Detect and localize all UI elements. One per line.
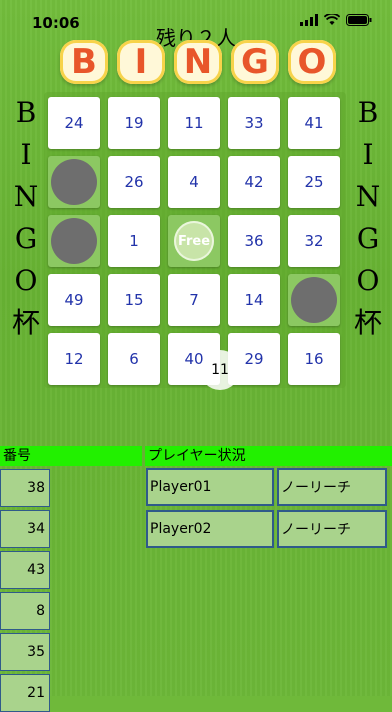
bingo-cell[interactable]: 41 [288, 97, 340, 149]
side-label-left: B I N G O 杯 [6, 96, 46, 340]
side-letter: G [14, 222, 38, 255]
bingo-cell-number: 25 [304, 173, 324, 191]
called-numbers-list[interactable]: 38 34 43 8 35 21 [0, 466, 52, 712]
bingo-cell-number: 49 [64, 291, 84, 309]
bingo-cell[interactable]: 12 [48, 333, 100, 385]
bingo-cell[interactable]: 19 [108, 97, 160, 149]
player-row[interactable]: Player01 ノーリーチ [146, 468, 387, 506]
side-letter: N [13, 180, 39, 213]
side-letter: 杯 [353, 306, 382, 339]
bingo-cell-number: 19 [124, 114, 144, 132]
bingo-cell[interactable]: 33 [228, 97, 280, 149]
bingo-cell-number: 6 [129, 350, 139, 368]
bingo-cell[interactable]: 4 [168, 156, 220, 208]
bingo-cell[interactable]: 42 [228, 156, 280, 208]
bingo-cell[interactable]: 49 [48, 274, 100, 326]
bingo-cell-number: 14 [244, 291, 264, 309]
bingo-title-logo: B I N G O [60, 38, 336, 86]
title-letter: B [60, 40, 108, 84]
title-letter: G [231, 40, 279, 84]
bingo-cell-marked[interactable] [48, 215, 100, 267]
player-state: ノーリーチ [277, 468, 387, 506]
bingo-cell[interactable]: 15 [108, 274, 160, 326]
side-letter: B [357, 96, 379, 129]
called-number: 38 [0, 469, 50, 507]
side-letter: N [355, 180, 381, 213]
bingo-cell-number: 29 [244, 350, 264, 368]
bingo-cell-number: 41 [304, 114, 324, 132]
bingo-cell[interactable]: 24 [48, 97, 100, 149]
called-number: 43 [0, 551, 50, 589]
side-label-right: B I N G O 杯 [348, 96, 388, 340]
player-name: Player01 [146, 468, 274, 506]
bingo-cell-number: 1 [129, 232, 139, 250]
bingo-cell-marked[interactable] [288, 274, 340, 326]
bingo-cell-number: 15 [124, 291, 144, 309]
marked-circle-icon [291, 277, 337, 323]
current-call-number: 11 [211, 362, 229, 378]
called-number: 21 [0, 674, 50, 712]
side-letter: 杯 [11, 306, 40, 339]
bingo-cell-free[interactable]: Free [168, 215, 220, 267]
side-letter: O [14, 264, 38, 297]
title-letter: N [174, 40, 222, 84]
player-state: ノーリーチ [277, 510, 387, 548]
side-letter: B [15, 96, 37, 129]
player-row[interactable]: Player02 ノーリーチ [146, 510, 387, 548]
players-header: プレイヤー状況 [145, 446, 392, 466]
bingo-cell-number: 33 [244, 114, 264, 132]
title-letter: I [117, 40, 165, 84]
bingo-cell-number: 16 [304, 350, 324, 368]
numbers-header: 番号 [0, 446, 142, 466]
bingo-cell-marked[interactable] [48, 156, 100, 208]
bingo-cell-number: 4 [189, 173, 199, 191]
bingo-cell[interactable]: 16 [288, 333, 340, 385]
bingo-cell-number: 26 [124, 173, 144, 191]
bingo-cell[interactable]: 25 [288, 156, 340, 208]
free-space-badge: Free [174, 221, 214, 261]
bingo-cell-number: 11 [184, 114, 204, 132]
bingo-cell[interactable]: 6 [108, 333, 160, 385]
bingo-cell[interactable]: 26 [108, 156, 160, 208]
called-number: 35 [0, 633, 50, 671]
side-letter: I [362, 138, 374, 171]
bingo-cell-number: 32 [304, 232, 324, 250]
bingo-cell-number: 12 [64, 350, 84, 368]
bingo-cell[interactable]: 7 [168, 274, 220, 326]
current-call-indicator: 11 [200, 350, 240, 390]
side-letter: G [356, 222, 380, 255]
marked-circle-icon [51, 218, 97, 264]
bingo-cell[interactable]: 11 [168, 97, 220, 149]
title-letter: O [288, 40, 336, 84]
bingo-cell-number: 24 [64, 114, 84, 132]
bingo-cell[interactable]: 1 [108, 215, 160, 267]
bingo-cell-number: 42 [244, 173, 264, 191]
player-name: Player02 [146, 510, 274, 548]
side-letter: O [356, 264, 380, 297]
bingo-cell-number: 36 [244, 232, 264, 250]
side-letter: I [20, 138, 32, 171]
called-number: 34 [0, 510, 50, 548]
bingo-cell[interactable]: 14 [228, 274, 280, 326]
bingo-cell[interactable]: 36 [228, 215, 280, 267]
called-number: 8 [0, 592, 50, 630]
bingo-cell[interactable]: 32 [288, 215, 340, 267]
marked-circle-icon [51, 159, 97, 205]
bingo-cell-number: 7 [189, 291, 199, 309]
